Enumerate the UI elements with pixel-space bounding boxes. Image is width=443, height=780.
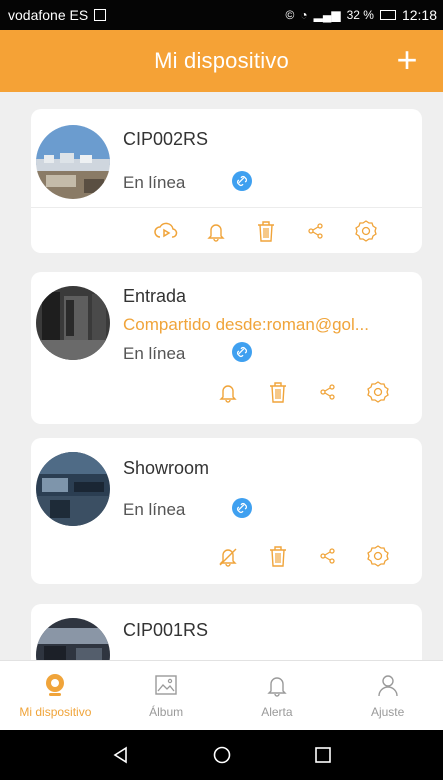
alarm-button[interactable] [201, 216, 231, 246]
status-bar: vodafone ES © ◔ ▂▄▆ 32 % 12:18 [0, 0, 443, 30]
share-button[interactable] [313, 541, 343, 571]
alarm-button[interactable] [213, 377, 243, 407]
link-icon [232, 498, 252, 518]
device-status: En línea [123, 500, 186, 519]
clock: 12:18 [401, 7, 437, 23]
nfc-icon: © [285, 8, 295, 22]
signal-icon: ▂▄▆ [313, 8, 341, 22]
battery-icon [379, 10, 396, 20]
settings-button[interactable] [363, 377, 393, 407]
share-button[interactable] [301, 216, 331, 246]
app-header: Mi dispositivo + [0, 30, 443, 92]
trash-icon [258, 221, 274, 242]
settings-icon [367, 545, 389, 567]
device-name: CIP001RS [123, 620, 209, 640]
share-icon [320, 548, 335, 564]
device-card[interactable]: Showroom En línea [31, 438, 422, 584]
tab-album[interactable]: Álbum [111, 661, 222, 730]
device-card[interactable]: Entrada Compartido desde:roman@gol... En… [31, 272, 422, 424]
tab-alert[interactable]: Alerta [222, 661, 333, 730]
device-thumbnail[interactable] [36, 618, 110, 660]
back-button[interactable] [101, 735, 141, 775]
user-icon [377, 675, 398, 697]
device-thumbnail[interactable] [36, 286, 110, 360]
tab-label: Alerta [261, 705, 293, 719]
share-icon [308, 223, 323, 239]
device-name: CIP002RS [123, 129, 209, 149]
page-title: Mi dispositivo [154, 48, 289, 73]
divider [31, 207, 422, 208]
device-thumbnail[interactable] [36, 452, 110, 526]
device-list[interactable]: CIP002RS En línea Entrada Compartido des… [0, 92, 443, 660]
carrier-name: vodafone ES [8, 7, 89, 23]
shared-from: Compartido desde:roman@gol... [123, 315, 369, 334]
link-icon [232, 171, 252, 191]
delete-button[interactable] [251, 216, 281, 246]
device-name: Entrada [123, 286, 187, 306]
recents-icon [314, 747, 331, 763]
trash-icon [270, 546, 286, 567]
tab-label: Ajuste [370, 705, 405, 719]
camera-icon [46, 674, 65, 696]
cloud-playback-button[interactable] [151, 216, 181, 246]
bell-icon [267, 677, 287, 697]
notification-icon [94, 9, 107, 21]
device-actions [151, 215, 381, 247]
settings-icon [367, 381, 389, 403]
settings-icon [355, 220, 377, 242]
settings-button[interactable] [363, 541, 393, 571]
bell-icon [219, 385, 237, 403]
tab-label: Mi dispositivo [19, 705, 92, 719]
device-card[interactable]: CIP002RS En línea [31, 109, 422, 253]
add-device-button[interactable]: + [387, 39, 427, 80]
link-icon [232, 342, 252, 362]
bottom-tab-bar: Mi dispositivo Álbum Alerta Ajuste [0, 660, 443, 730]
system-nav-bar [0, 730, 443, 780]
bell-icon [207, 224, 225, 242]
delete-button[interactable] [263, 377, 293, 407]
device-status: En línea [123, 344, 186, 363]
device-thumbnail[interactable] [36, 125, 110, 199]
alarm-off-button[interactable] [213, 541, 243, 571]
device-card[interactable]: CIP001RS [31, 604, 422, 660]
back-icon [113, 746, 127, 764]
cloud-play-icon [154, 222, 178, 238]
device-name: Showroom [123, 458, 210, 478]
device-status: En línea [123, 173, 186, 192]
wifi-icon: ◔ [300, 8, 308, 22]
tab-my-devices[interactable]: Mi dispositivo [0, 661, 111, 730]
trash-icon [270, 382, 286, 403]
plus-icon: + [396, 39, 418, 80]
bell-off-icon [219, 548, 237, 567]
settings-button[interactable] [351, 216, 381, 246]
home-icon [213, 746, 230, 764]
device-actions [213, 540, 393, 572]
recents-button[interactable] [303, 735, 343, 775]
share-icon [320, 384, 335, 400]
share-button[interactable] [313, 377, 343, 407]
image-icon [155, 675, 177, 695]
tab-settings[interactable]: Ajuste [332, 661, 443, 730]
delete-button[interactable] [263, 541, 293, 571]
status-left: vodafone ES [8, 7, 107, 23]
battery-percent: 32 % [346, 8, 374, 22]
tab-label: Álbum [149, 705, 184, 719]
status-right: © ◔ ▂▄▆ 32 % 12:18 [286, 7, 437, 23]
device-actions [213, 376, 393, 408]
home-button[interactable] [202, 735, 242, 775]
